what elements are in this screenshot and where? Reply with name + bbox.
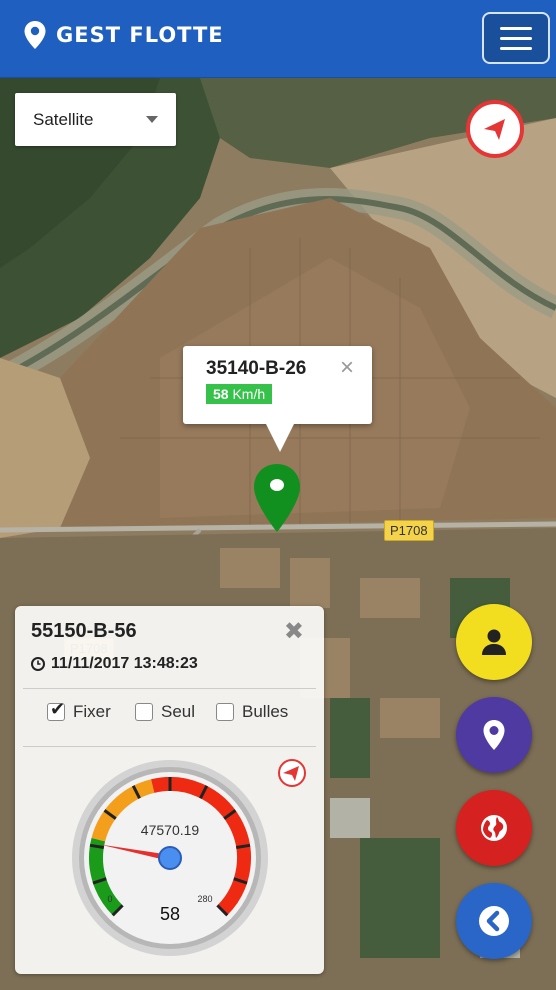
- map-type-select[interactable]: Satellite: [15, 93, 176, 146]
- menu-button[interactable]: [482, 12, 550, 64]
- back-arrow-icon: [479, 906, 509, 936]
- checkbox-label: Fixer: [73, 702, 111, 721]
- app-title: GEST FLOTTE: [56, 23, 224, 47]
- road-label: P1708: [384, 520, 434, 541]
- checkbox-fixer[interactable]: ✔ Fixer: [47, 699, 111, 722]
- chevron-down-icon: [146, 116, 158, 123]
- brand: GEST FLOTTE: [22, 20, 224, 50]
- gauge-hub: [158, 846, 182, 870]
- location-icon: [483, 720, 505, 750]
- checkbox-label: Bulles: [242, 702, 289, 721]
- speed-badge: 58 Km/h: [206, 384, 273, 404]
- location-button[interactable]: [456, 697, 532, 773]
- globe-button[interactable]: [456, 790, 532, 866]
- speed-readout: 58: [160, 904, 180, 924]
- panel-datetime: 11/11/2017 13:48:23: [31, 655, 198, 673]
- gauge-max-label: 280: [197, 894, 212, 904]
- checkbox-bulles[interactable]: Bulles: [216, 702, 288, 722]
- user-icon: [482, 629, 506, 655]
- back-button[interactable]: [456, 883, 532, 959]
- divider: [23, 688, 316, 689]
- driver-button[interactable]: [456, 604, 532, 680]
- checkbox-box[interactable]: [216, 703, 234, 721]
- vehicle-marker-icon[interactable]: [251, 462, 303, 534]
- close-icon[interactable]: ×: [340, 356, 354, 380]
- checkbox-seul[interactable]: Seul: [135, 702, 195, 722]
- globe-icon: [481, 815, 507, 841]
- speed-unit: Km/h: [232, 386, 266, 402]
- navigation-small-button[interactable]: [277, 758, 307, 788]
- vehicle-panel: 55150-B-56 ✖ 11/11/2017 13:48:23 ✔ Fixer…: [15, 606, 324, 974]
- navigation-arrow-icon: [484, 119, 505, 140]
- divider: [23, 746, 316, 747]
- map-type-value: Satellite: [33, 109, 94, 129]
- checkbox-box[interactable]: [135, 703, 153, 721]
- checkbox-label: Seul: [161, 702, 196, 721]
- odometer-value: 47570.19: [141, 822, 200, 838]
- panel-plate: 55150-B-56: [31, 620, 137, 642]
- close-icon[interactable]: ✖: [284, 620, 304, 644]
- vehicle-popup: 35140-B-26 × 58 Km/h: [183, 346, 372, 452]
- map-pin-icon: [24, 21, 46, 49]
- hamburger-icon: [500, 26, 532, 30]
- navigation-button[interactable]: [466, 100, 524, 158]
- checkbox-box[interactable]: ✔: [47, 699, 66, 721]
- speedometer: 47570.19 0 280 58: [72, 760, 268, 956]
- gauge-min-label: 0: [107, 894, 112, 904]
- speed-value: 58: [213, 386, 229, 402]
- popup-plate: 35140-B-26: [206, 358, 307, 379]
- app-header: GEST FLOTTE: [0, 0, 556, 78]
- datetime-text: 11/11/2017 13:48:23: [51, 655, 198, 672]
- clock-icon: [31, 657, 45, 671]
- check-icon: ✔: [50, 699, 66, 719]
